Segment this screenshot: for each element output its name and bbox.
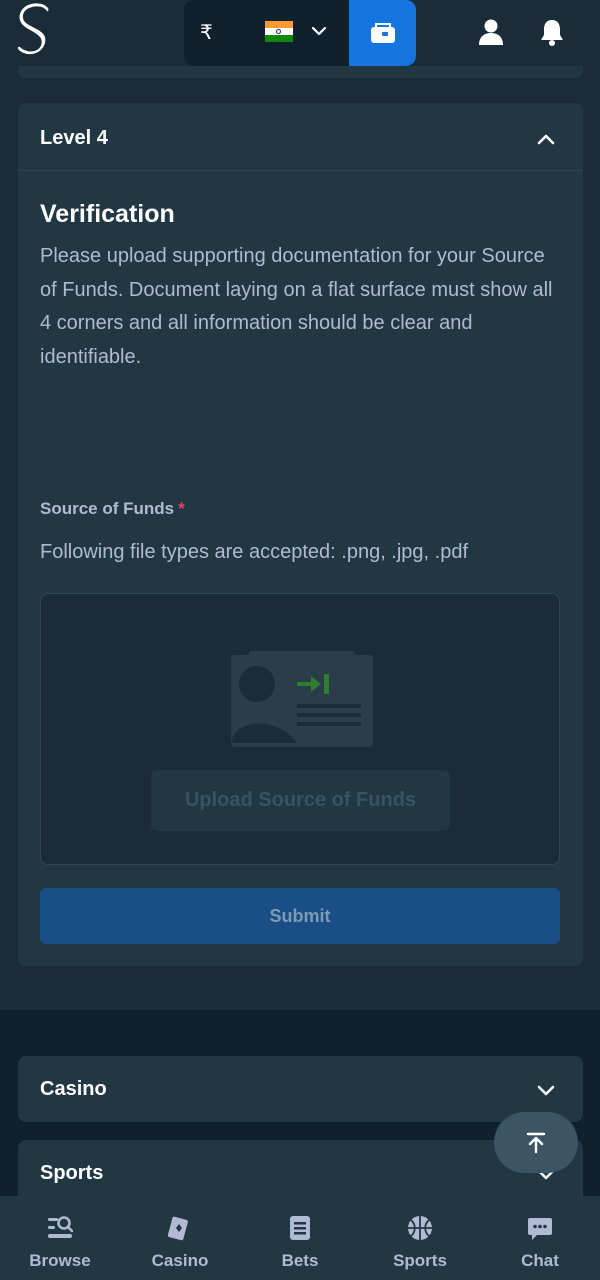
wallet-icon	[370, 23, 395, 43]
wallet-button[interactable]	[349, 0, 416, 66]
accordion-casino-title: Casino	[40, 1078, 107, 1100]
top-header: ₹	[0, 0, 600, 66]
currency-selector[interactable]: ₹	[184, 0, 349, 66]
stake-s-logo-icon	[17, 3, 49, 55]
nav-chat[interactable]: Chat	[480, 1196, 600, 1280]
required-marker: *	[178, 499, 185, 518]
bell-icon[interactable]	[537, 17, 567, 47]
submit-button[interactable]: Submit	[40, 888, 560, 944]
nav-chat-label: Chat	[521, 1251, 559, 1270]
chat-icon	[528, 1218, 552, 1240]
bets-icon	[290, 1216, 310, 1240]
level-4-header[interactable]: Level 4	[18, 103, 583, 171]
level-4-panel: Level 4 Verification Please upload suppo…	[18, 103, 583, 966]
id-card-icon	[231, 651, 373, 747]
nav-browse[interactable]: Browse	[0, 1196, 120, 1280]
currency-symbol: ₹	[200, 20, 213, 44]
nav-bets-label: Bets	[281, 1251, 319, 1270]
nav-sports[interactable]: Sports	[360, 1196, 480, 1280]
chevron-up-icon[interactable]	[534, 127, 558, 151]
wallet-group: ₹	[184, 0, 416, 66]
upload-source-of-funds-button[interactable]: Upload Source of Funds	[151, 770, 450, 831]
india-flag-icon	[265, 21, 293, 42]
source-of-funds-label-text: Source of Funds	[40, 499, 175, 518]
browse-icon	[48, 1216, 73, 1238]
chevron-down-icon	[311, 26, 327, 36]
level-4-title: Level 4	[40, 127, 108, 149]
chevron-down-icon	[537, 1085, 555, 1096]
accordion-casino[interactable]: Casino	[18, 1056, 583, 1122]
accepted-file-types: Following file types are accepted: .png,…	[40, 541, 469, 563]
user-icon[interactable]	[476, 17, 506, 47]
stake-logo[interactable]	[14, 2, 58, 62]
source-of-funds-label: Source of Funds *	[40, 499, 185, 519]
previous-panel-edge	[18, 66, 583, 78]
accordion-sports-title: Sports	[40, 1162, 104, 1184]
upload-dropzone[interactable]: Upload Source of Funds	[40, 593, 560, 865]
nav-sports-label: Sports	[393, 1251, 447, 1270]
sports-icon	[408, 1216, 432, 1240]
nav-bets[interactable]: Bets	[240, 1196, 360, 1280]
verification-description: Please upload supporting documentation f…	[40, 245, 553, 368]
arrow-up-to-line-icon	[526, 1132, 546, 1153]
nav-casino-label: Casino	[151, 1251, 209, 1270]
casino-icon	[167, 1216, 188, 1241]
nav-casino[interactable]: Casino	[120, 1196, 240, 1280]
verification-title: Verification	[40, 200, 175, 228]
scroll-to-top-button[interactable]	[494, 1112, 578, 1173]
bottom-navigation: Browse Casino Bets Sports Chat	[0, 1196, 600, 1280]
nav-browse-label: Browse	[29, 1251, 91, 1270]
